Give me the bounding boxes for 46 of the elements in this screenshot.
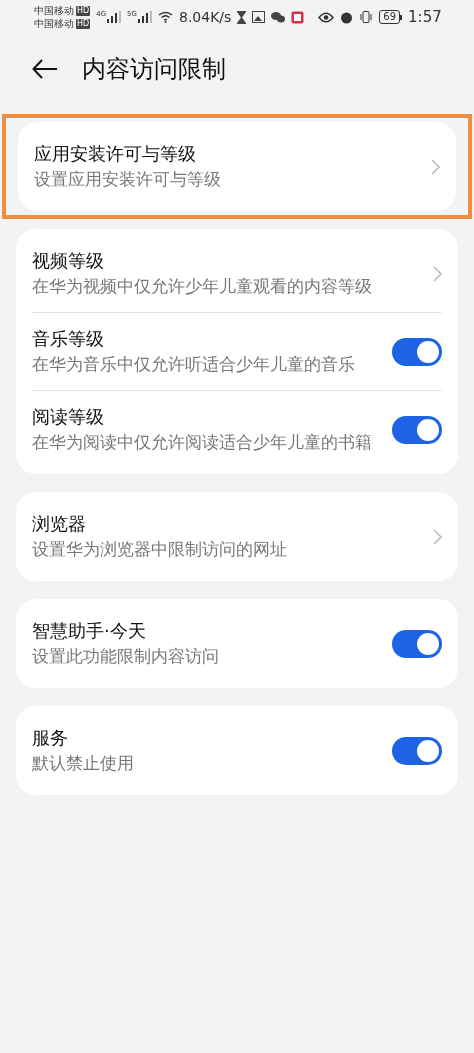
row-title: 智慧助手·今天 <box>32 619 147 643</box>
toggle-switch[interactable] <box>392 415 442 444</box>
chevron-right-icon <box>433 528 442 545</box>
settings-row[interactable]: 服务 默认禁止使用 <box>16 712 458 789</box>
settings-row[interactable]: 智慧助手·今天 设置此功能限制内容访问 <box>16 605 458 682</box>
row-title: 阅读等级 <box>32 405 105 429</box>
toggle-switch[interactable] <box>392 736 442 765</box>
image-icon <box>252 11 266 23</box>
row-subtitle: 在华为阅读中仅允许阅读适合少年儿童的书籍 <box>32 432 373 454</box>
signal-icon <box>137 11 152 23</box>
page-title: 内容访问限制 <box>82 54 226 85</box>
row-subtitle: 设置此功能限制内容访问 <box>32 646 220 668</box>
clock-time: 1:57 <box>408 6 442 28</box>
signal-icon <box>107 11 122 23</box>
toggle-switch[interactable] <box>392 629 442 658</box>
row-title: 应用安装许可与等级 <box>34 142 197 166</box>
settings-row[interactable]: 视频等级 在华为视频中仅允许少年儿童观看的内容等级 <box>16 235 458 313</box>
chevron-right-icon <box>433 265 442 282</box>
settings-row[interactable]: 音乐等级 在华为音乐中仅允许听适合少年儿童的音乐 <box>16 313 458 391</box>
row-subtitle: 设置华为浏览器中限制访问的网址 <box>32 539 288 561</box>
settings-row[interactable]: 阅读等级 在华为阅读中仅允许阅读适合少年儿童的书籍 <box>16 391 458 468</box>
network-speed: 8.04K/s <box>178 7 232 27</box>
row-title: 服务 <box>32 726 69 750</box>
back-arrow-icon[interactable] <box>32 59 58 79</box>
hourglass-icon <box>237 10 247 24</box>
row-subtitle: 设置应用安装许可与等级 <box>34 169 222 191</box>
eye-icon <box>318 11 335 23</box>
chevron-right-icon <box>431 158 440 175</box>
row-subtitle: 在华为音乐中仅允许听适合少年儿童的音乐 <box>32 354 356 376</box>
settings-row[interactable]: 浏览器 设置华为浏览器中限制访问的网址 <box>16 498 458 575</box>
carrier-label: 中国移动 <box>34 4 74 17</box>
hd-badge: HD <box>76 18 91 29</box>
battery-indicator: 69 <box>379 10 401 24</box>
chat-bubbles-icon <box>271 11 286 23</box>
row-title: 浏览器 <box>32 512 87 536</box>
wifi-icon <box>157 11 173 23</box>
app-notification-icon <box>291 10 305 24</box>
hd-badge: HD <box>76 5 91 16</box>
row-title: 音乐等级 <box>32 327 105 351</box>
settings-row[interactable]: 应用安装许可与等级 设置应用安装许可与等级 <box>18 128 456 205</box>
vibrate-icon <box>359 11 374 23</box>
carrier-label: 中国移动 <box>34 17 74 30</box>
row-subtitle: 默认禁止使用 <box>32 753 135 775</box>
row-subtitle: 在华为视频中仅允许少年儿童观看的内容等级 <box>32 276 373 298</box>
toggle-switch[interactable] <box>392 337 442 366</box>
row-title: 视频等级 <box>32 249 105 273</box>
